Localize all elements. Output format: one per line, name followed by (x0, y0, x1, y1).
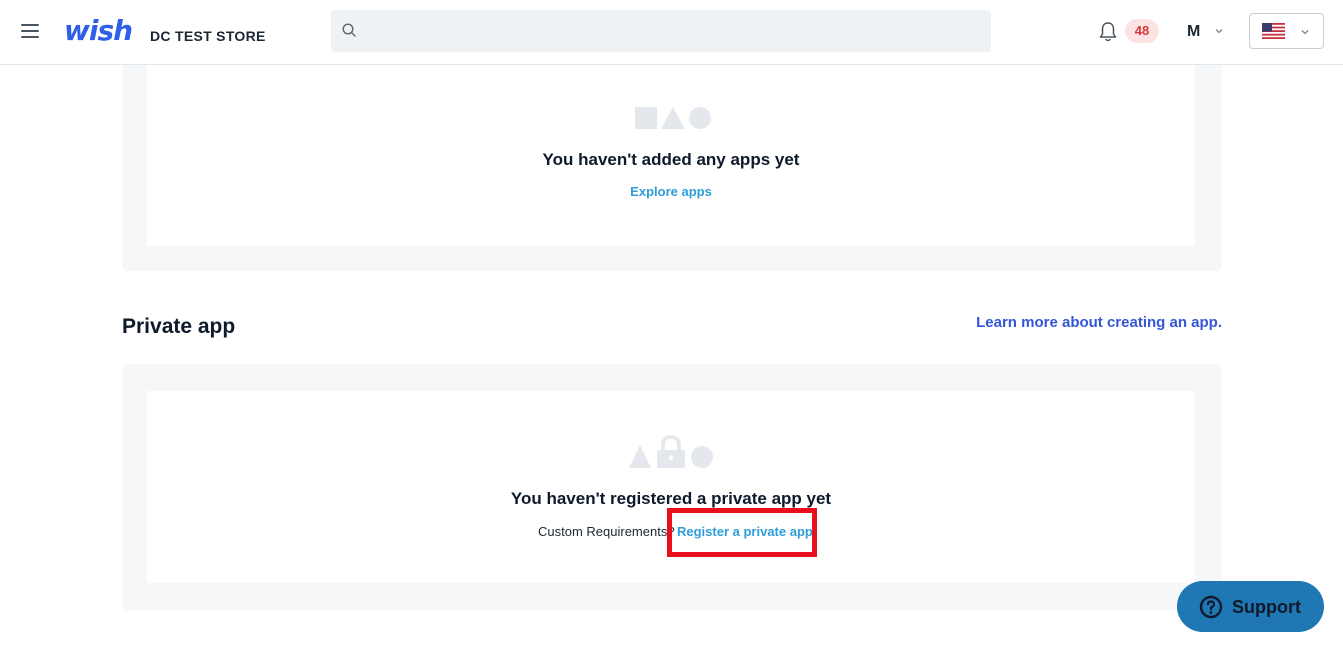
lock-shapes-illustration-icon (629, 435, 713, 468)
support-button[interactable]: Support (1177, 581, 1324, 632)
private-app-section-title: Private app (122, 315, 236, 338)
added-apps-empty-title: You haven't added any apps yet (542, 150, 800, 169)
custom-requirements-text: Custom Requirements? (538, 524, 675, 539)
private-app-empty-title: You haven't registered a private app yet (510, 489, 832, 508)
support-label: Support (1232, 597, 1301, 617)
account-menu[interactable]: M (1187, 23, 1200, 41)
chevron-down-icon (1301, 30, 1309, 35)
added-apps-empty-state: You haven't added any apps yet Explore a… (147, 50, 1195, 246)
notification-bell-icon[interactable] (1098, 21, 1118, 43)
search-input[interactable] (367, 10, 967, 52)
private-app-panel: You haven't registered a private app yet… (122, 364, 1222, 610)
wish-logo[interactable]: wish (64, 14, 133, 47)
search-bar[interactable] (331, 10, 991, 52)
explore-apps-link[interactable]: Explore apps (630, 184, 712, 199)
learn-more-link[interactable]: Learn more about creating an app. (976, 314, 1222, 331)
notification-count-badge[interactable]: 48 (1125, 19, 1159, 43)
chevron-down-icon[interactable] (1214, 26, 1224, 36)
added-apps-panel: You haven't added any apps yet Explore a… (122, 50, 1222, 271)
shapes-illustration-icon (635, 107, 711, 129)
us-flag-icon (1262, 23, 1285, 39)
hamburger-menu-icon[interactable] (21, 24, 39, 38)
highlight-box (667, 508, 817, 557)
language-selector[interactable] (1249, 13, 1324, 49)
search-icon (342, 23, 356, 37)
register-row: Custom Requirements? (538, 523, 675, 541)
top-navigation-bar: wish DC TEST STORE 48 M (0, 0, 1343, 65)
store-name: DC TEST STORE (150, 28, 266, 44)
help-circle-icon (1199, 595, 1223, 619)
